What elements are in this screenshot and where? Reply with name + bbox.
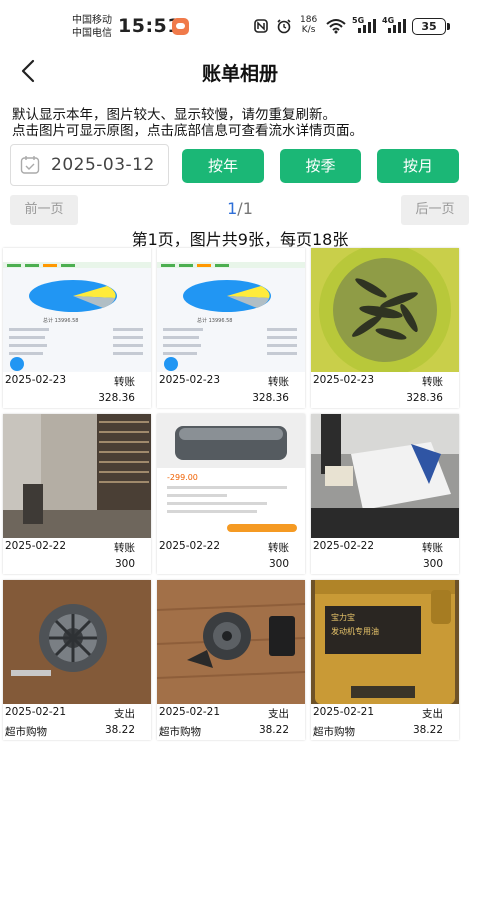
card-date[interactable]: 2025-02-22	[5, 540, 66, 552]
date-picker[interactable]: 2025-03-12	[10, 144, 169, 186]
top-bar: 账单相册	[0, 50, 480, 96]
oil-label-1: 宝力宝	[331, 612, 355, 622]
card-date[interactable]: 2025-02-22	[159, 540, 220, 552]
net-speed-value: 186	[300, 15, 318, 25]
page-summary: 第1页，图片共9张，每页18张	[131, 230, 349, 249]
card-type[interactable]: 转账	[422, 540, 443, 555]
card-type[interactable]: 转账	[114, 374, 135, 389]
bill-photo-desk[interactable]	[311, 414, 459, 538]
bill-card[interactable]: 总计 13996.58 2025-02-23 转账 328.36	[3, 248, 151, 408]
notice-text: 默认显示本年，图片较大、显示较慢，请勿重复刷新。 点击图片可显示原图，点击底部信…	[12, 107, 472, 139]
card-amount[interactable]: 38.22	[105, 724, 135, 736]
calendar-icon	[20, 156, 40, 174]
card-type[interactable]: 转账	[268, 374, 289, 389]
pagination: 前一页 1/1 后一页	[0, 195, 480, 225]
bill-photo-app-screenshot[interactable]: 总计 13996.58	[157, 248, 305, 372]
chart-total-text: 总计 13996.58	[43, 317, 78, 324]
wifi-icon	[326, 19, 346, 34]
bill-photo-order-screenshot[interactable]: -299.00	[157, 414, 305, 538]
carrier-1: 中国移动	[72, 15, 112, 26]
card-date[interactable]: 2025-02-21	[313, 706, 374, 718]
bill-card[interactable]: 2025-02-22 转账 300	[311, 414, 459, 574]
card-type[interactable]: 支出	[268, 706, 289, 721]
card-date[interactable]: 2025-02-23	[159, 374, 220, 386]
oil-label-2: 发动机专用油	[331, 626, 379, 636]
card-date[interactable]: 2025-02-23	[313, 374, 374, 386]
signal-icon-2	[386, 19, 408, 33]
card-desc[interactable]: 超市购物	[5, 724, 47, 739]
card-amount[interactable]: 38.22	[259, 724, 289, 736]
card-desc[interactable]: 超市购物	[159, 724, 201, 739]
net-speed: 186 K/s	[300, 15, 317, 35]
date-value: 2025-03-12	[51, 155, 155, 175]
bill-photo-alternator[interactable]	[3, 580, 151, 704]
bill-card[interactable]: 2025-02-21 支出 超市购物 38.22	[157, 580, 305, 740]
bill-photo-app-screenshot[interactable]: 总计 13996.58	[3, 248, 151, 372]
status-bar: 中国移动 中国电信 15:51 186 K/s 5G 4G 35	[0, 0, 480, 50]
card-amount[interactable]: 328.36	[98, 392, 135, 404]
alarm-icon	[277, 19, 291, 34]
by-quarter-button[interactable]: 按季	[280, 149, 361, 183]
battery-indicator: 35	[412, 18, 450, 35]
signal-icon	[356, 19, 378, 33]
app-notification-icon	[172, 18, 189, 35]
card-date[interactable]: 2025-02-21	[159, 706, 220, 718]
by-month-button[interactable]: 按月	[377, 149, 459, 183]
card-date[interactable]: 2025-02-21	[5, 706, 66, 718]
bill-card[interactable]: -299.00 2025-02-22 转账 300	[157, 414, 305, 574]
carrier-info: 中国移动 中国电信	[72, 14, 112, 40]
bill-card[interactable]: 总计 13996.58 2025-02-23 转账 328.36	[157, 248, 305, 408]
card-amount[interactable]: 300	[423, 558, 443, 570]
current-page: 1	[227, 199, 238, 218]
card-amount[interactable]: 328.36	[406, 392, 443, 404]
card-type[interactable]: 支出	[114, 706, 135, 721]
card-amount[interactable]: 300	[269, 558, 289, 570]
bill-card[interactable]: 2025-02-23 转账 328.36	[311, 248, 459, 408]
card-date[interactable]: 2025-02-22	[313, 540, 374, 552]
card-amount[interactable]: 328.36	[252, 392, 289, 404]
notice-line-1: 默认显示本年，图片较大、显示较慢，请勿重复刷新。	[12, 107, 336, 123]
bill-photo-alternator-floor[interactable]	[157, 580, 305, 704]
by-year-button[interactable]: 按年	[182, 149, 264, 183]
total-pages: /1	[237, 199, 253, 218]
net-speed-unit: K/s	[301, 25, 316, 35]
bill-card[interactable]: 宝力宝 发动机专用油 2025-02-21 支出 超市购物 38.22	[311, 580, 459, 740]
card-type[interactable]: 转账	[422, 374, 443, 389]
card-amount[interactable]: 300	[115, 558, 135, 570]
bill-photo-balcony[interactable]	[3, 414, 151, 538]
order-price-text: -299.00	[167, 473, 198, 482]
card-type[interactable]: 转账	[114, 540, 135, 555]
bill-photo-fish-basin[interactable]	[311, 248, 459, 372]
nfc-icon	[254, 19, 268, 33]
notice-line-2: 点击图片可显示原图，点击底部信息可查看流水详情页面。	[12, 123, 363, 139]
bill-card[interactable]: 2025-02-22 转账 300	[3, 414, 151, 574]
carrier-2: 中国电信	[72, 28, 112, 39]
card-type[interactable]: 支出	[422, 706, 443, 721]
next-page-button[interactable]: 后一页	[401, 195, 469, 225]
card-desc[interactable]: 超市购物	[313, 724, 355, 739]
bill-photo-engine-oil[interactable]: 宝力宝 发动机专用油	[311, 580, 459, 704]
chart-total-text: 总计 13996.58	[197, 317, 232, 324]
card-type[interactable]: 转账	[268, 540, 289, 555]
card-date[interactable]: 2025-02-23	[5, 374, 66, 386]
card-amount[interactable]: 38.22	[413, 724, 443, 736]
page-title: 账单相册	[201, 63, 278, 85]
bill-card[interactable]: 2025-02-21 支出 超市购物 38.22	[3, 580, 151, 740]
